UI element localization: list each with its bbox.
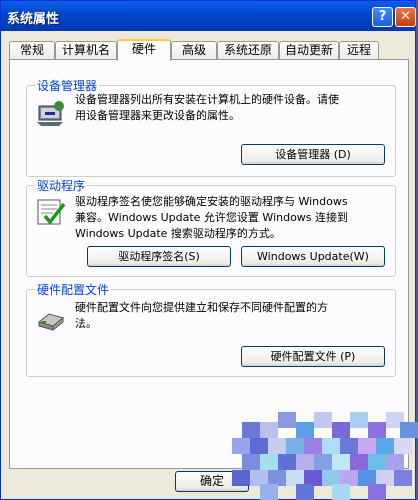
hardware-profiles-title: 硬件配置文件 — [35, 281, 112, 298]
tab-computer-name[interactable]: 计算机名 — [55, 41, 117, 59]
drivers-group: 驱动程序 驱动程序签名使您能够确定安装的驱动程序与 Windows 兼容。Win… — [26, 177, 396, 277]
drivers-desc-line2: 兼容。Windows Update 允许您设置 Windows 连接到 — [75, 211, 349, 224]
tab-strip: 常规 计算机名 硬件 高级 系统还原 自动更新 远程 — [9, 39, 411, 61]
title-bar[interactable]: 系统属性 ? ✕ — [1, 1, 416, 31]
device-manager-button[interactable]: 设备管理器 (D) — [241, 144, 385, 165]
close-button[interactable]: ✕ — [395, 7, 416, 27]
hardware-profiles-button[interactable]: 硬件配置文件 (P) — [241, 346, 385, 367]
help-button[interactable]: ? — [372, 7, 393, 27]
hardware-profile-icon — [37, 313, 65, 332]
tab-automatic-updates[interactable]: 自动更新 — [279, 41, 339, 59]
windows-update-button[interactable]: Windows Update(W) — [241, 246, 385, 267]
device-manager-desc-line2: 用设备管理器来更改设备的属性。 — [75, 109, 240, 122]
watermark-mosaic — [232, 412, 418, 500]
drivers-title: 驱动程序 — [35, 177, 88, 194]
driver-signing-icon — [37, 199, 66, 225]
hardware-profiles-desc-line1: 硬件配置文件向您提供建立和保存不同硬件配置的方 — [75, 301, 328, 314]
device-manager-group: 设备管理器 设备管理器列出所有安装在计算机上的硬件设备。请使 用设备管理器来更改… — [26, 77, 396, 177]
tab-general[interactable]: 常规 — [9, 41, 55, 59]
hardware-profiles-desc-line2: 法。 — [75, 317, 97, 330]
window-title: 系统属性 — [7, 12, 60, 27]
driver-signing-button[interactable]: 驱动程序签名(S) — [87, 246, 231, 267]
tab-hardware[interactable]: 硬件 — [117, 39, 171, 61]
drivers-desc-line1: 驱动程序签名使您能够确定安装的驱动程序与 Windows — [75, 195, 348, 208]
device-manager-icon — [37, 101, 64, 126]
drivers-desc-line3: Windows Update 搜索驱动程序的方式。 — [75, 227, 281, 240]
tab-system-restore[interactable]: 系统还原 — [217, 41, 279, 59]
tab-advanced[interactable]: 高级 — [171, 41, 217, 59]
device-manager-desc-line1: 设备管理器列出所有安装在计算机上的硬件设备。请使 — [75, 93, 339, 106]
tab-remote[interactable]: 远程 — [339, 41, 379, 59]
hardware-panel: 设备管理器 设备管理器列出所有安装在计算机上的硬件设备。请使 用设备管理器来更改… — [9, 59, 409, 469]
hardware-profiles-group: 硬件配置文件 硬件配置文件向您提供建立和保存不同硬件配置的方 法。 硬件配置文件… — [26, 281, 396, 377]
